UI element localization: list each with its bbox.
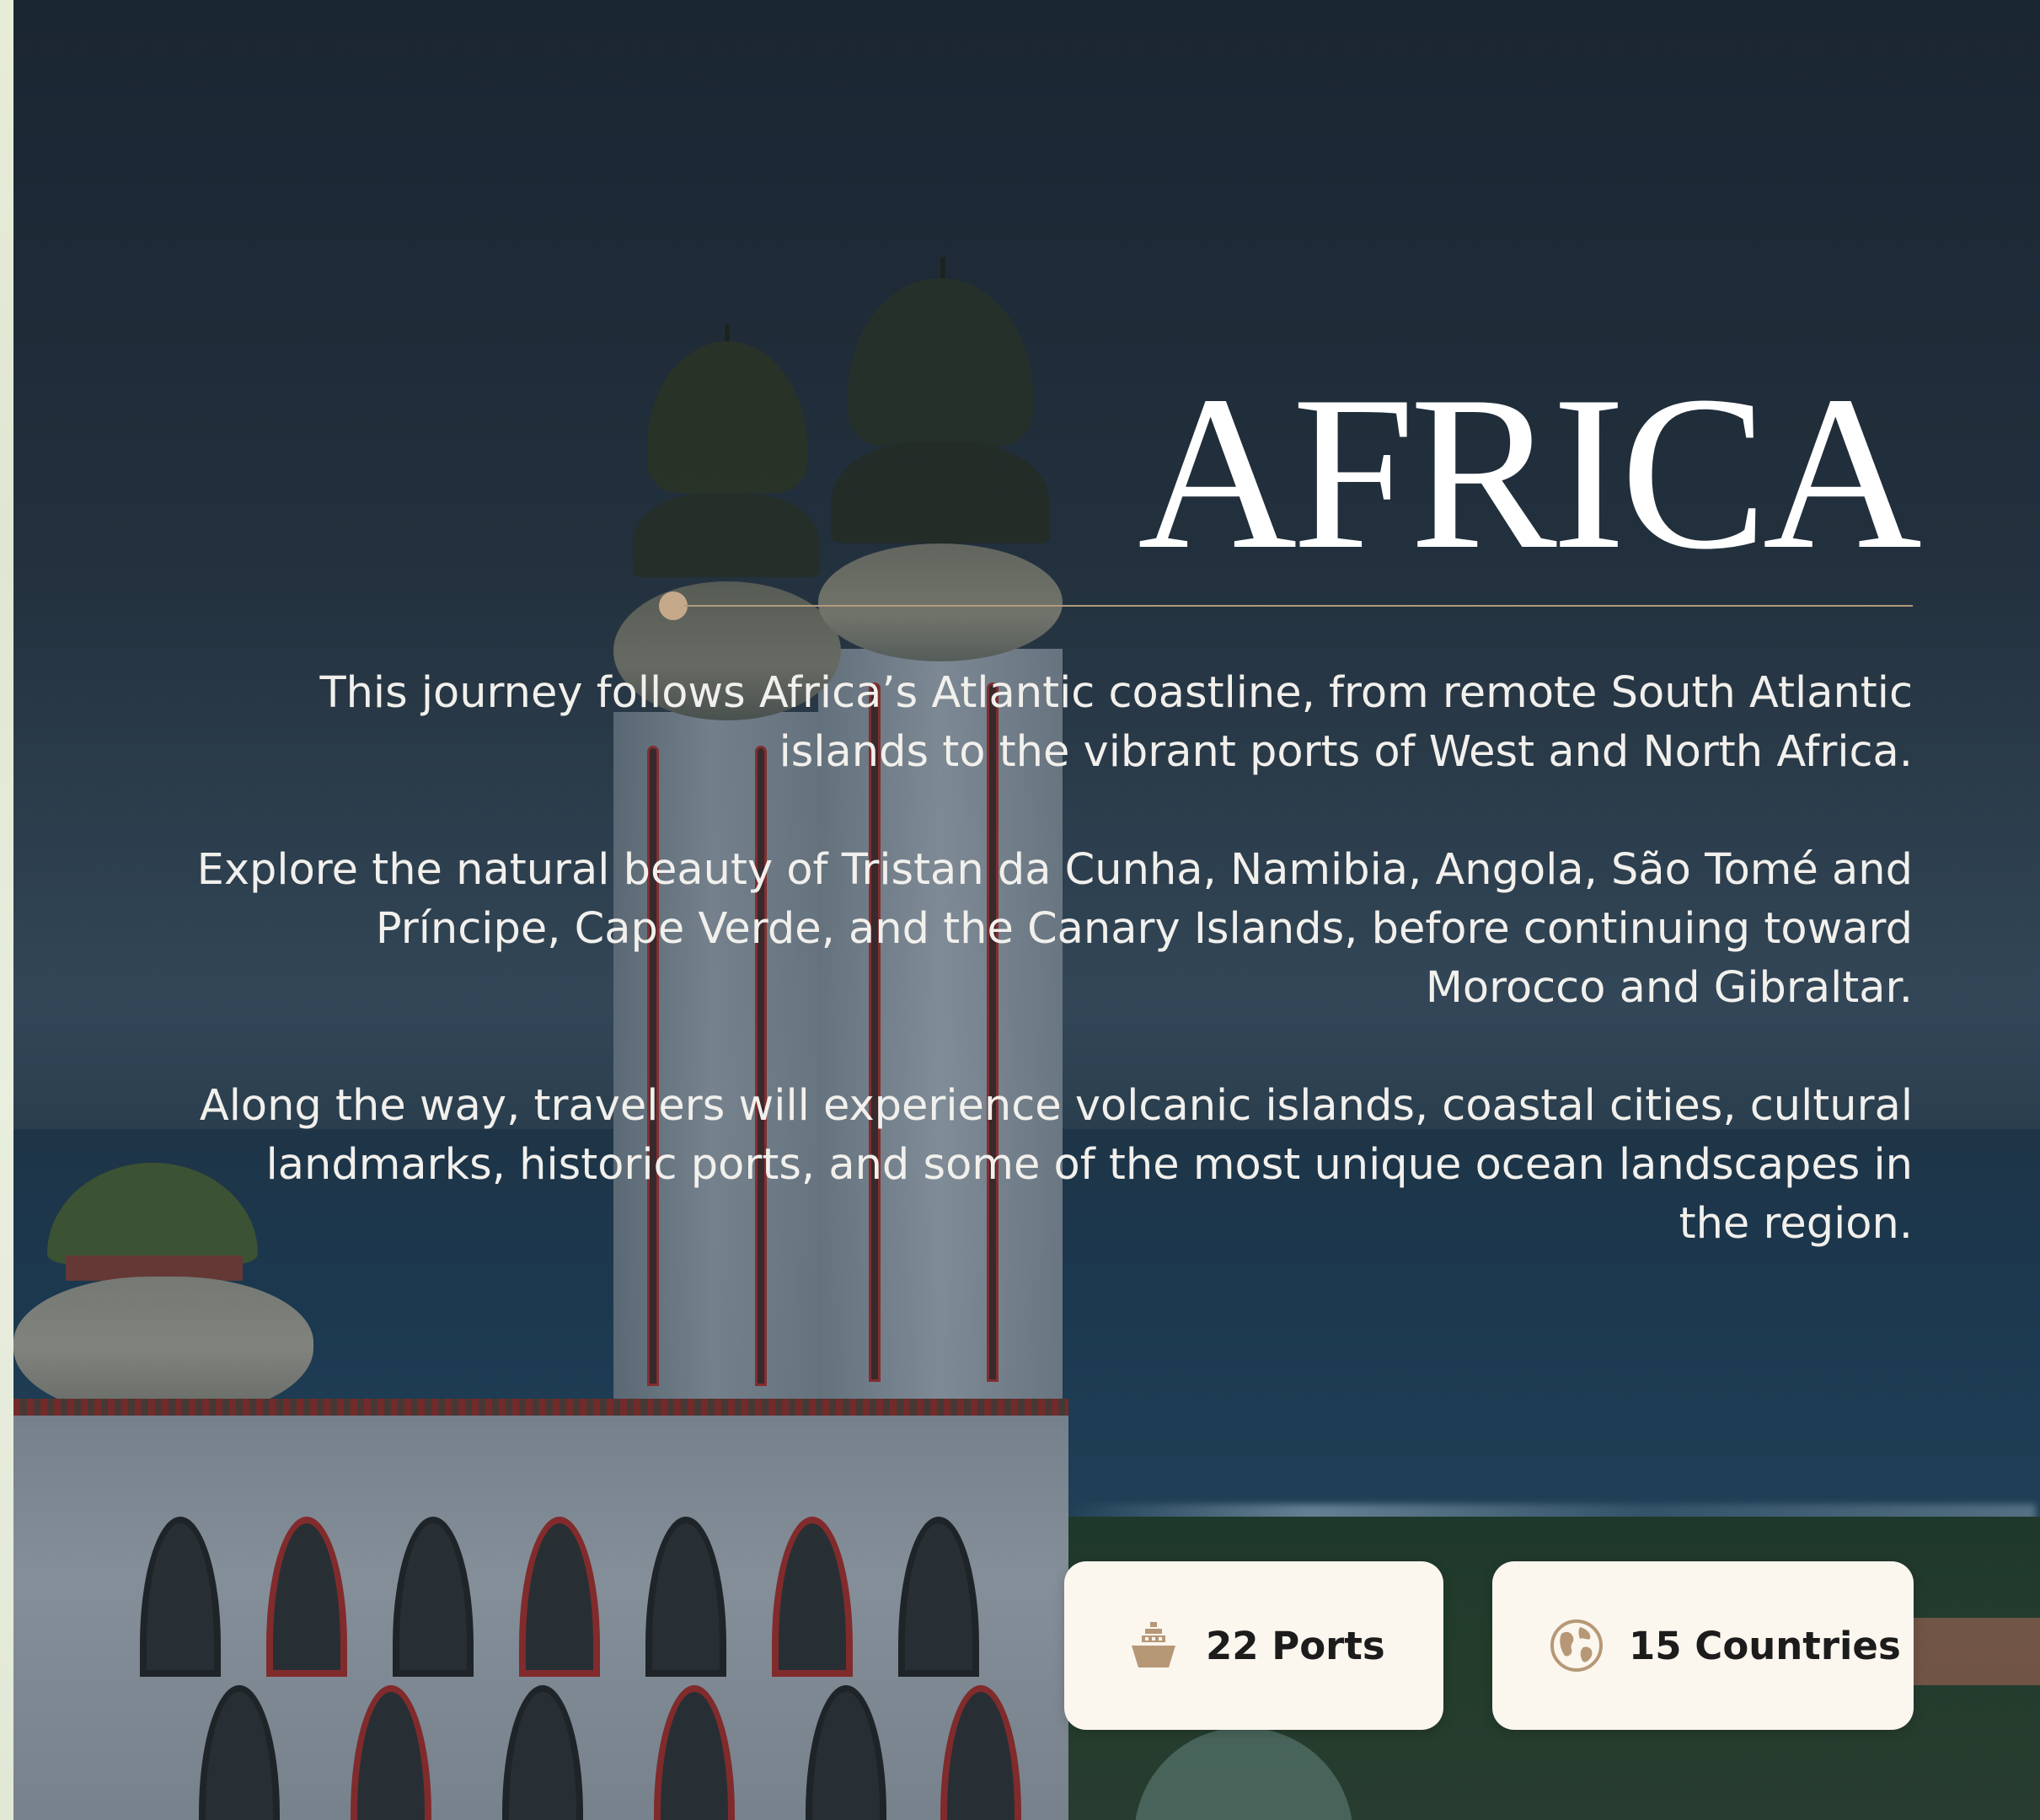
- countries-count: 15 Countries: [1629, 1623, 1901, 1668]
- stat-card-countries: 15 Countries: [1492, 1561, 1914, 1730]
- ports-count: 22 Ports: [1206, 1623, 1385, 1668]
- globe-icon: [1550, 1619, 1603, 1672]
- divider-line: [684, 605, 1913, 607]
- stat-card-ports: 22 Ports: [1064, 1561, 1443, 1730]
- description-paragraph: This journey follows Africa’s Atlantic c…: [319, 668, 1913, 777]
- description-paragraph: Along the way, travelers will experience…: [199, 1081, 1913, 1249]
- page-title: AFRICA: [1138, 351, 1922, 595]
- divider-dot: [659, 592, 688, 620]
- description: This journey follows Africa’s Atlantic c…: [185, 664, 1913, 1313]
- description-paragraph: Explore the natural beauty of Tristan da…: [196, 845, 1913, 1013]
- ship-icon: [1132, 1622, 1175, 1667]
- left-edge-strip: [0, 0, 13, 1820]
